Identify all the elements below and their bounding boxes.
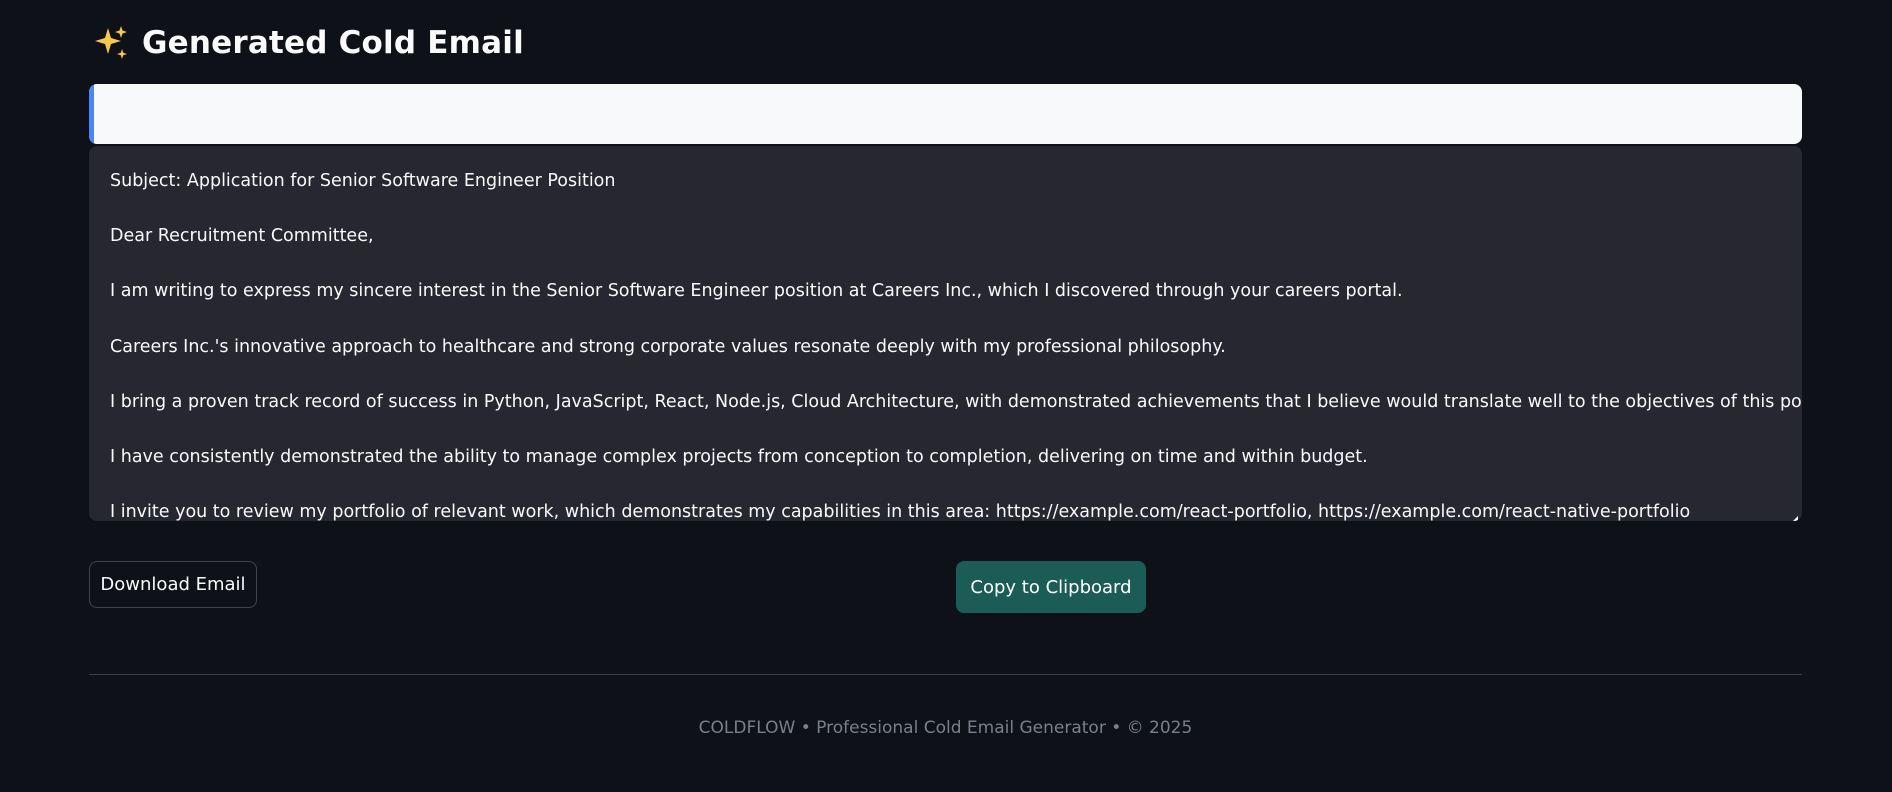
email-paragraph: I invite you to review my portfolio of r… <box>110 502 1691 521</box>
sparkles-icon <box>92 24 130 62</box>
download-email-button[interactable]: Download Email <box>89 561 257 608</box>
email-content: Subject: Application for Senior Software… <box>110 168 1802 521</box>
email-paragraph: I am writing to express my sincere inter… <box>110 281 1403 302</box>
copy-to-clipboard-button[interactable]: Copy to Clipboard <box>956 561 1146 613</box>
email-textarea[interactable]: Subject: Application for Senior Software… <box>89 146 1802 521</box>
email-spacer <box>110 416 1782 444</box>
footer-divider <box>89 674 1802 675</box>
info-banner <box>89 84 1802 144</box>
email-spacer <box>110 472 1782 500</box>
email-spacer <box>110 306 1782 334</box>
info-banner-accent <box>89 84 94 144</box>
email-paragraph: I bring a proven track record of success… <box>110 391 1802 412</box>
email-spacer <box>110 251 1782 279</box>
email-spacer <box>110 196 1782 224</box>
email-subject: Subject: Application for Senior Software… <box>110 171 616 191</box>
email-spacer <box>110 361 1782 389</box>
page-title: Generated Cold Email <box>92 20 524 66</box>
email-paragraph: I have consistently demonstrated the abi… <box>110 446 1368 467</box>
page: Generated Cold Email Subject: Applicatio… <box>0 0 1892 792</box>
page-title-text: Generated Cold Email <box>142 25 524 61</box>
resize-handle-icon[interactable] <box>1790 509 1798 521</box>
footer-text: COLDFLOW • Professional Cold Email Gener… <box>698 718 1193 738</box>
email-paragraph: Careers Inc.'s innovative approach to he… <box>110 336 1226 357</box>
email-greeting: Dear Recruitment Committee, <box>110 226 374 247</box>
